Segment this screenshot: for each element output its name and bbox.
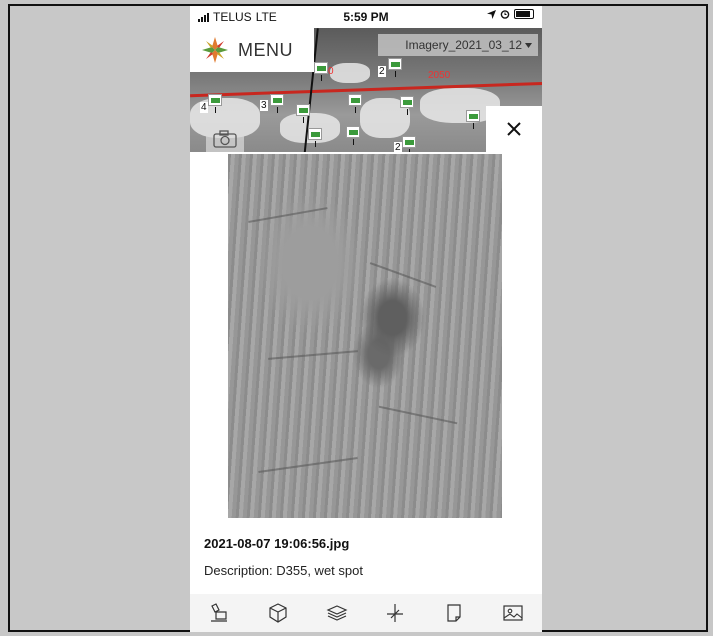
- photo-marker[interactable]: [296, 104, 310, 123]
- battery-icon: [514, 9, 534, 19]
- cluster-count: 3: [260, 100, 268, 111]
- 3d-view-button[interactable]: [264, 599, 292, 627]
- map-label: 0: [328, 66, 334, 77]
- camera-icon: [213, 130, 237, 148]
- map-label: 2050: [428, 70, 451, 81]
- image-icon: [503, 605, 523, 621]
- eraser-icon: [211, 603, 228, 622]
- menu-label: MENU: [238, 39, 293, 60]
- cluster-count: 4: [200, 102, 208, 113]
- chevron-down-icon: [525, 42, 532, 48]
- photo-marker[interactable]: [466, 110, 480, 129]
- cluster-count: 2: [378, 66, 386, 77]
- menu-button[interactable]: MENU: [190, 28, 314, 72]
- photo-marker[interactable]: [208, 94, 222, 113]
- cube-icon: [269, 603, 287, 623]
- cluster-count: 2: [394, 142, 402, 152]
- alarm-icon: [500, 10, 510, 19]
- photo-marker[interactable]: [346, 126, 360, 145]
- imagery-layer-value: Imagery_2021_03_12: [405, 38, 522, 52]
- bottom-toolbar: [190, 594, 542, 632]
- gallery-button[interactable]: [499, 599, 527, 627]
- logo-icon: [202, 37, 228, 63]
- site-photo: [228, 154, 502, 518]
- photo-filename: 2021-08-07 19:06:56.jpg: [204, 536, 350, 551]
- measure-button[interactable]: [381, 599, 409, 627]
- photo-description: Description: D355, wet spot: [204, 563, 363, 578]
- notes-button[interactable]: [440, 599, 468, 627]
- camera-button[interactable]: [206, 122, 244, 152]
- imagery-layer-select[interactable]: Imagery_2021_03_12: [378, 34, 538, 56]
- photo-marker[interactable]: [314, 62, 328, 81]
- photo-marker[interactable]: [402, 136, 416, 152]
- eraser-tool-button[interactable]: [205, 599, 233, 627]
- close-icon: [507, 122, 521, 136]
- phone-screen: TELUS LTE 5:59 PM 2050 0 2 4 3 2 MENU Im…: [190, 6, 542, 632]
- photo-marker[interactable]: [400, 96, 414, 115]
- note-icon: [447, 604, 461, 622]
- photo-marker[interactable]: [388, 58, 402, 77]
- status-right: [487, 9, 534, 19]
- status-bar: TELUS LTE 5:59 PM: [190, 6, 542, 28]
- photo-marker[interactable]: [348, 94, 362, 113]
- crosshair-icon: [387, 604, 404, 622]
- layers-button[interactable]: [323, 599, 351, 627]
- layers-icon: [326, 605, 348, 621]
- close-button[interactable]: [486, 106, 542, 152]
- photo-marker[interactable]: [270, 94, 284, 113]
- photo-marker[interactable]: [308, 128, 322, 147]
- location-icon: [487, 9, 496, 19]
